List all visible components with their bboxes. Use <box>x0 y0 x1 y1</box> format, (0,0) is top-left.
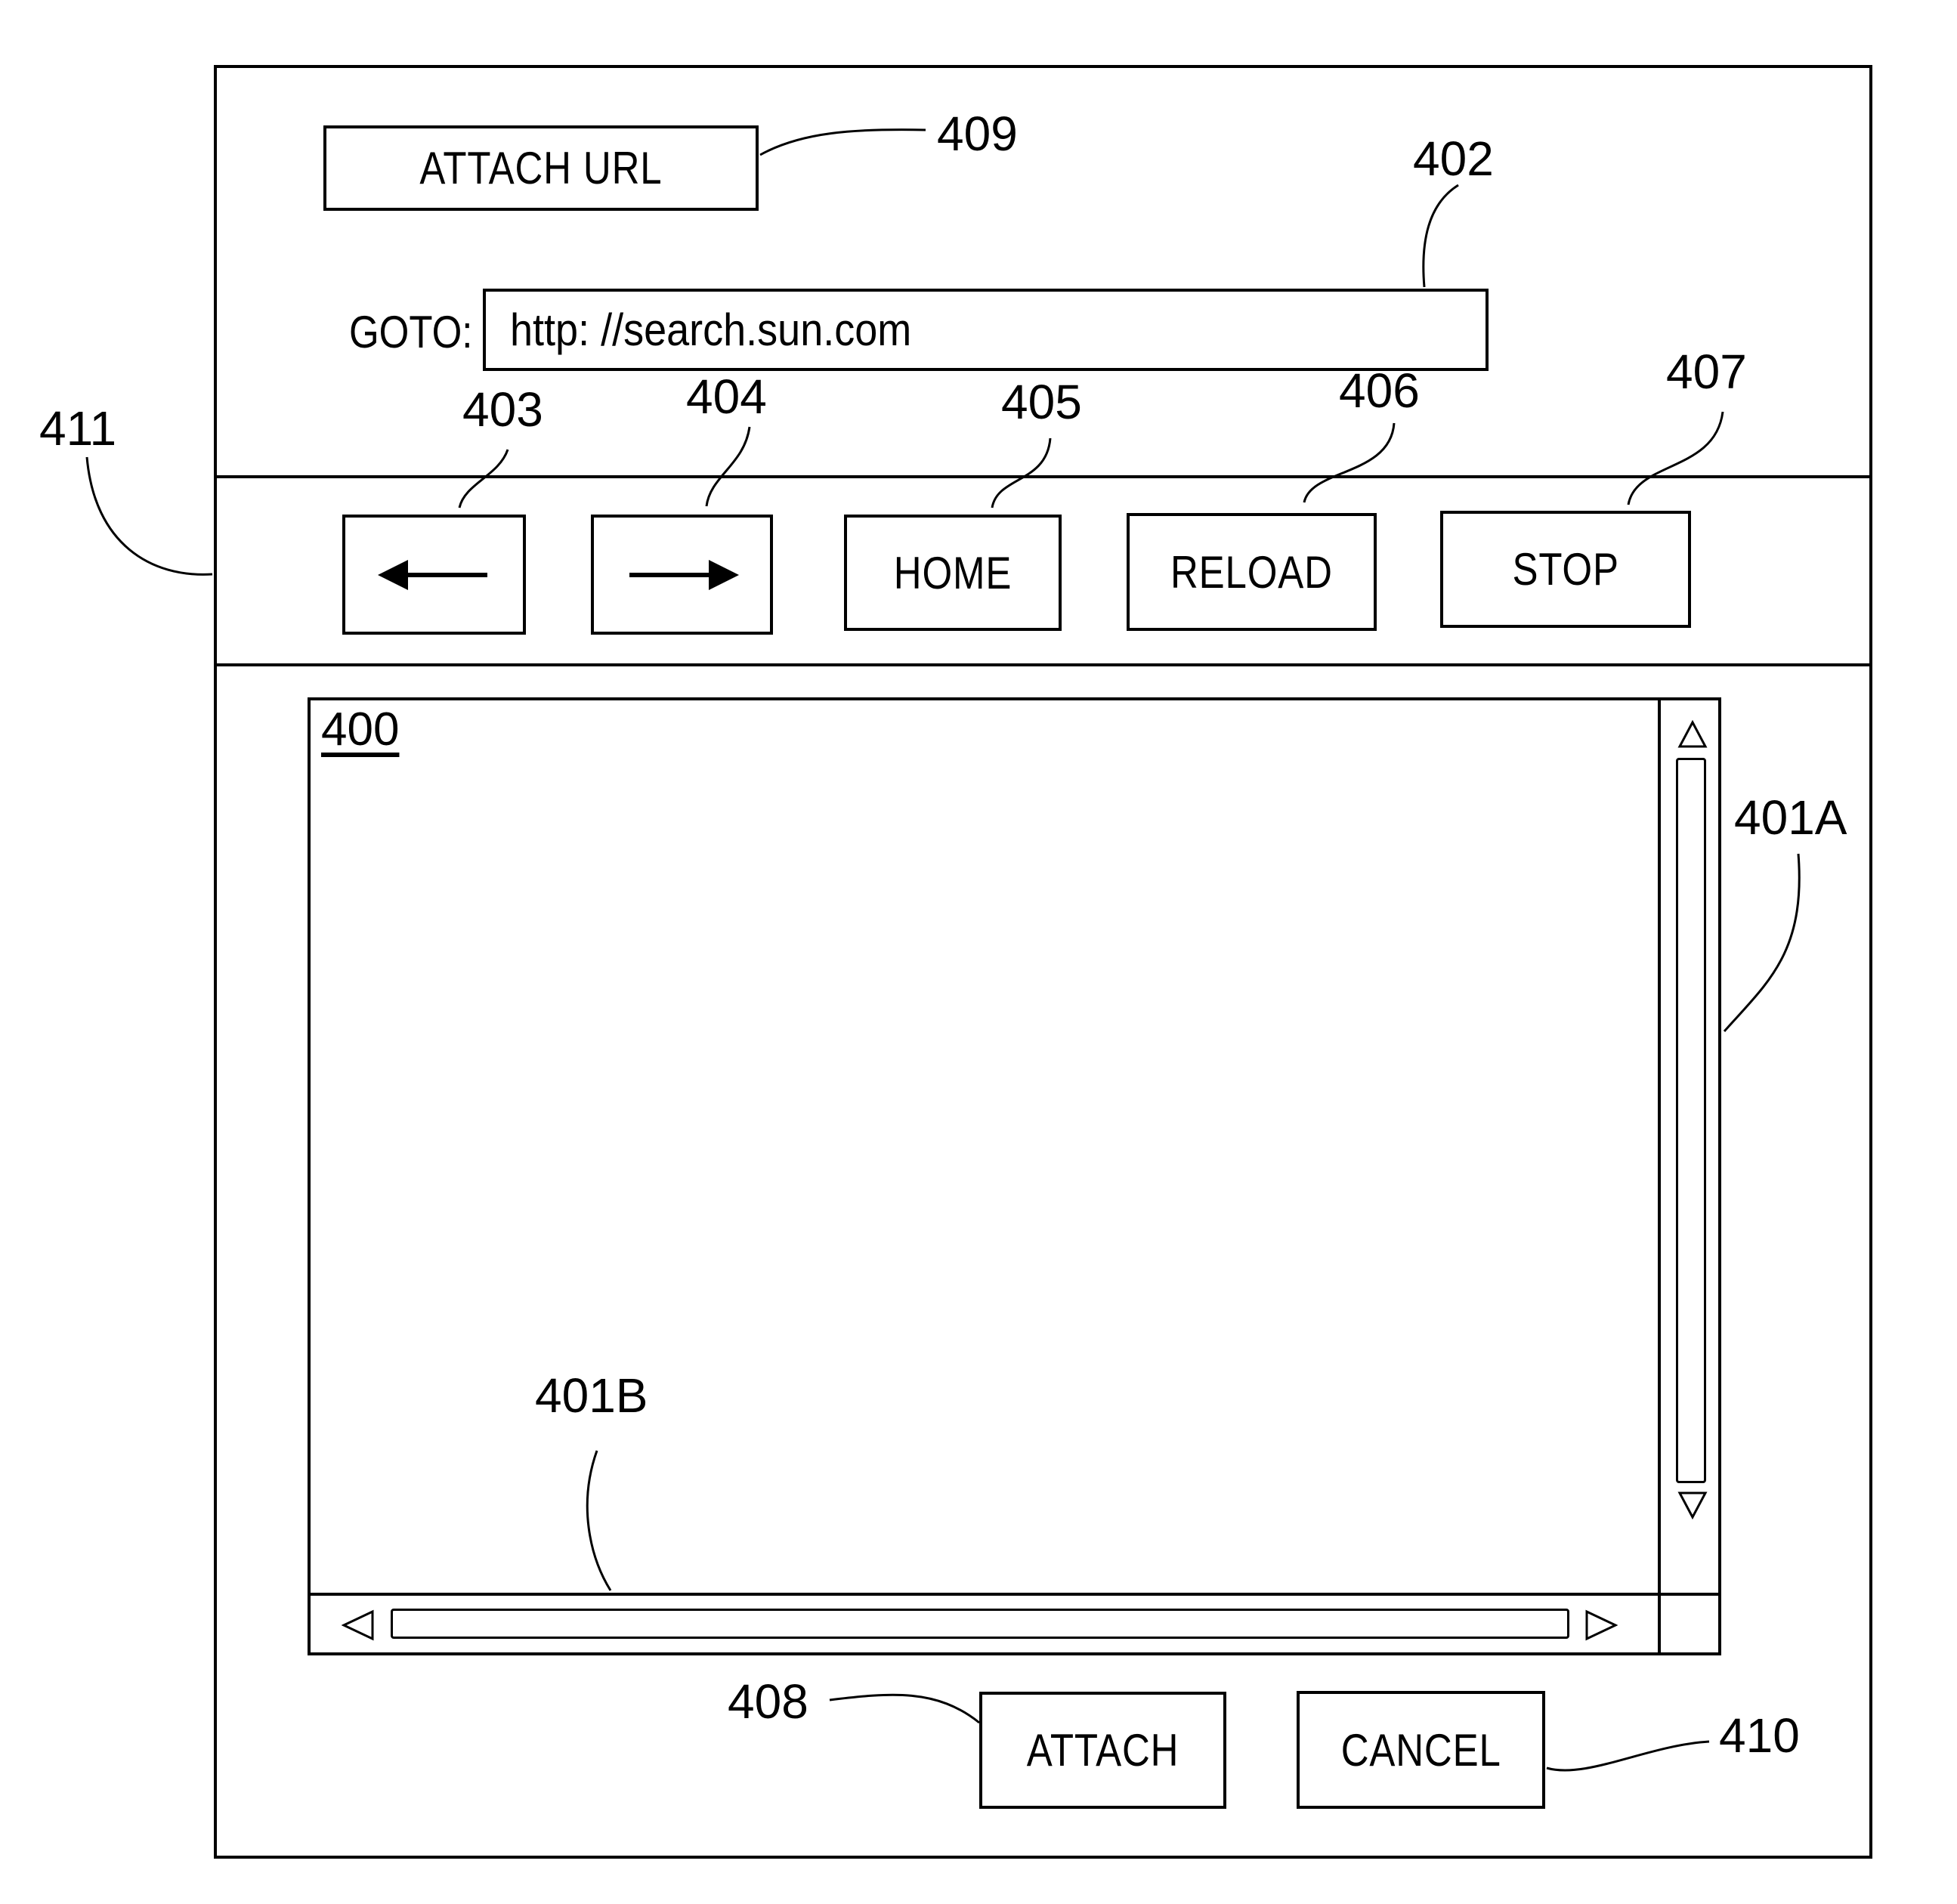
ref-401b: 401B <box>535 1368 648 1423</box>
leader-406 <box>1303 422 1396 503</box>
leader-403 <box>458 449 509 508</box>
leader-407 <box>1627 411 1724 505</box>
ref-405: 405 <box>1001 375 1082 429</box>
leader-401a <box>1723 853 1801 1032</box>
leader-402 <box>1422 184 1459 288</box>
ref-404: 404 <box>686 369 767 424</box>
leader-409 <box>759 128 926 156</box>
ref-411: 411 <box>39 401 117 456</box>
leader-lines <box>85 128 1801 1772</box>
leader-404 <box>705 426 751 507</box>
ref-402: 402 <box>1413 131 1494 186</box>
leader-411 <box>85 456 213 576</box>
leader-410 <box>1546 1740 1710 1772</box>
leader-401b <box>586 1450 612 1591</box>
ref-406: 406 <box>1339 363 1420 418</box>
ref-401a: 401A <box>1734 790 1847 845</box>
ref-407: 407 <box>1666 345 1747 399</box>
ref-403: 403 <box>462 382 543 437</box>
ref-410: 410 <box>1719 1708 1800 1763</box>
ref-408: 408 <box>728 1674 808 1729</box>
leader-405 <box>991 437 1052 508</box>
leader-408 <box>829 1693 980 1724</box>
ref-409: 409 <box>937 107 1018 161</box>
